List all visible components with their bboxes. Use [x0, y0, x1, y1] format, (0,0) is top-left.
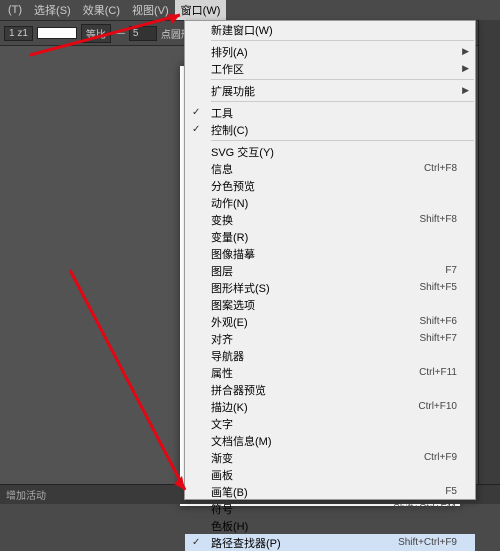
menu-item-label: 图像描摹 [211, 246, 457, 262]
dash-icon: — [115, 28, 125, 39]
menu-window[interactable]: 窗口(W) [175, 0, 227, 20]
menu-item-label: 扩展功能 [211, 83, 457, 99]
menu-item-label: 变换 [211, 212, 419, 228]
menu-item-label: SVG 交互(Y) [211, 144, 457, 160]
menu-item-label: 图形样式(S) [211, 280, 419, 296]
menu-item-shortcut: F5 [445, 486, 457, 497]
menu-item-shortcut: Shift+Ctrl+F11 [393, 503, 457, 514]
menu-separator [211, 140, 474, 141]
menu-item-label: 图案选项 [211, 297, 457, 313]
menu-item-label: 拼合器预览 [211, 382, 457, 398]
menu-t[interactable]: (T) [2, 2, 28, 18]
menu-item[interactable]: 分色预览 [185, 177, 475, 194]
menu-item-shortcut: F7 [445, 265, 457, 276]
menu-item[interactable]: 对齐Shift+F7 [185, 330, 475, 347]
menu-item[interactable]: 渐变Ctrl+F9 [185, 449, 475, 466]
menu-item-label: 文字 [211, 416, 457, 432]
menu-view[interactable]: 视图(V) [126, 0, 175, 20]
menu-separator [211, 79, 474, 80]
menu-item-shortcut: Shift+F5 [419, 282, 457, 293]
menu-item-label: 画笔(B) [211, 484, 445, 500]
menu-select[interactable]: 选择(S) [28, 0, 77, 20]
menu-item-shortcut: Shift+F7 [419, 333, 457, 344]
menu-item-label: 路径查找器(P) [211, 535, 398, 551]
menu-item-label: 对齐 [211, 331, 419, 347]
menu-item[interactable]: 属性Ctrl+F11 [185, 364, 475, 381]
menu-item-label: 描边(K) [211, 399, 418, 415]
submenu-arrow-icon: ▶ [462, 63, 469, 74]
submenu-arrow-icon: ▶ [462, 85, 469, 96]
menu-item-label: 控制(C) [211, 122, 457, 138]
menu-item-label: 分色预览 [211, 178, 457, 194]
menu-item-label: 排列(A) [211, 44, 457, 60]
menu-item[interactable]: 导航器 [185, 347, 475, 364]
menu-item[interactable]: 排列(A) ▶ [185, 43, 475, 60]
menu-item-shortcut: Shift+F6 [419, 316, 457, 327]
stroke-mode[interactable]: 等比 [81, 24, 111, 43]
menu-item-label: 图层 [211, 263, 445, 279]
submenu-arrow-icon: ▶ [462, 46, 469, 57]
window-menu-dropdown: 新建窗口(W) 排列(A) ▶ 工作区 ▶ 扩展功能 ▶ ✓ 工具 ✓ 控制(C) SVG 交互(Y)… [184, 20, 476, 500]
menu-item[interactable]: 拼合器预览 [185, 381, 475, 398]
menu-item[interactable]: 符号Shift+Ctrl+F11 [185, 500, 475, 517]
menu-item[interactable]: ✓ 工具 [185, 104, 475, 121]
menu-item-label: 画板 [211, 467, 457, 483]
menu-item-label: 导航器 [211, 348, 457, 364]
menu-item-shortcut: Shift+F8 [419, 214, 457, 225]
stroke-swatch[interactable] [37, 27, 77, 39]
menu-item-label: 符号 [211, 501, 393, 517]
menu-item-label: 新建窗口(W) [211, 22, 457, 38]
menu-separator [211, 40, 474, 41]
menu-item[interactable]: 画板 [185, 466, 475, 483]
menu-item[interactable]: 画笔(B)F5 [185, 483, 475, 500]
menu-separator [211, 101, 474, 102]
menu-item-label: 信息 [211, 161, 424, 177]
status-text: 增加活动 [6, 487, 46, 502]
menu-item-shortcut: Ctrl+F10 [418, 401, 457, 412]
menu-item-label: 文档信息(M) [211, 433, 457, 449]
menu-item-shortcut: Shift+Ctrl+F9 [398, 537, 457, 548]
right-panel-collapsed[interactable] [478, 20, 500, 504]
menu-item[interactable]: 图层F7 [185, 262, 475, 279]
menu-item[interactable]: 动作(N) [185, 194, 475, 211]
menu-item[interactable]: 外观(E)Shift+F6 [185, 313, 475, 330]
menu-item-label: 工具 [211, 105, 457, 121]
menu-item[interactable]: 图像描摹 [185, 245, 475, 262]
points-field[interactable]: 5 [129, 26, 157, 41]
menu-item-label: 外观(E) [211, 314, 419, 330]
menu-item[interactable]: 图案选项 [185, 296, 475, 313]
menu-item[interactable]: 扩展功能 ▶ [185, 82, 475, 99]
menu-item[interactable]: 色板(H) [185, 517, 475, 534]
menu-item-label: 色板(H) [211, 518, 457, 534]
check-icon: ✓ [192, 537, 200, 548]
menu-item-shortcut: Ctrl+F9 [424, 452, 457, 463]
menu-item-label: 渐变 [211, 450, 424, 466]
menu-item[interactable]: 工作区 ▶ [185, 60, 475, 77]
menu-item[interactable]: SVG 交互(Y) [185, 143, 475, 160]
check-icon: ✓ [192, 107, 200, 118]
menu-item[interactable]: 图形样式(S)Shift+F5 [185, 279, 475, 296]
menu-item[interactable]: 变换Shift+F8 [185, 211, 475, 228]
menu-item[interactable]: 描边(K)Ctrl+F10 [185, 398, 475, 415]
menu-item-shortcut: Ctrl+F11 [419, 367, 457, 378]
menu-effect[interactable]: 效果(C) [77, 0, 126, 20]
menubar: (T) 选择(S) 效果(C) 视图(V) 窗口(W) [0, 0, 500, 20]
menu-item-label: 工作区 [211, 61, 457, 77]
check-icon: ✓ [192, 124, 200, 135]
menu-item[interactable]: 文字 [185, 415, 475, 432]
menu-item[interactable]: 新建窗口(W) [185, 21, 475, 38]
menu-item-label: 属性 [211, 365, 419, 381]
zoom-select[interactable]: 1 z1 [4, 26, 33, 41]
menu-item-label: 动作(N) [211, 195, 457, 211]
menu-item[interactable]: 信息Ctrl+F8 [185, 160, 475, 177]
menu-item[interactable]: ✓ 路径查找器(P)Shift+Ctrl+F9 [185, 534, 475, 551]
menu-item[interactable]: 变量(R) [185, 228, 475, 245]
menu-item[interactable]: 文档信息(M) [185, 432, 475, 449]
menu-item-label: 变量(R) [211, 229, 457, 245]
menu-item-shortcut: Ctrl+F8 [424, 163, 457, 174]
menu-item[interactable]: ✓ 控制(C) [185, 121, 475, 138]
